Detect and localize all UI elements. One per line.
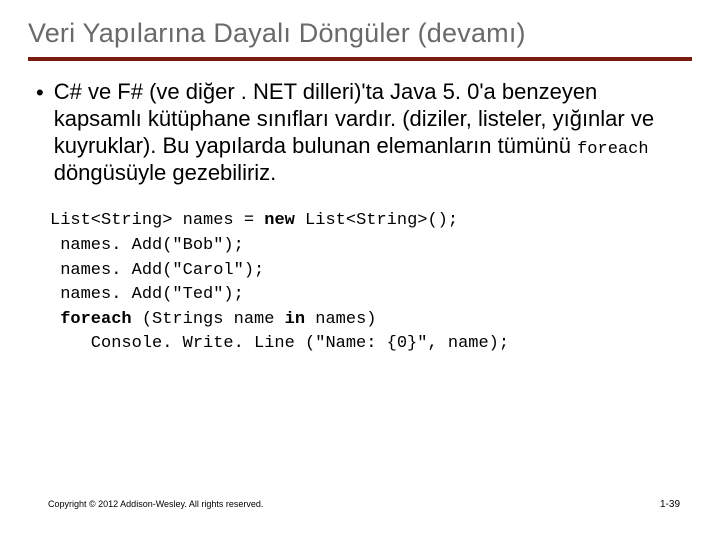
code-line-1a: List<String> names = [50,211,264,230]
code-line-4: names. Add("Ted"); [50,285,244,304]
bullet-post: döngüsüyle gezebiliriz. [54,160,277,185]
code-keyword-foreach: foreach [60,310,131,329]
body-text: • C# ve F# (ve diğer . NET dilleri)'ta J… [28,79,692,187]
slide-title: Veri Yapılarına Dayalı Döngüler (devamı) [28,18,692,49]
bullet-icon: • [36,80,44,107]
slide-footer: Copyright © 2012 Addison-Wesley. All rig… [48,499,680,510]
code-line-5e: names) [305,310,376,329]
bullet-paragraph: C# ve F# (ve diğer . NET dilleri)'ta Jav… [54,79,690,187]
code-line-2: names. Add("Bob"); [50,236,244,255]
code-keyword-new: new [264,211,295,230]
page-number: 1-39 [660,499,680,510]
title-underline [28,57,692,61]
code-keyword-in: in [285,310,305,329]
foreach-keyword: foreach [577,140,648,159]
code-line-1c: List<String>(); [295,211,458,230]
code-block: List<String> names = new List<String>();… [50,209,692,357]
copyright-text: Copyright © 2012 Addison-Wesley. All rig… [48,499,263,510]
code-line-6: Console. Write. Line ("Name: {0}", name)… [50,334,509,353]
bullet-pre: C# ve F# (ve diğer . NET dilleri)'ta Jav… [54,79,654,158]
code-line-5a [50,310,60,329]
code-line-5c: (Strings name [132,310,285,329]
code-line-3: names. Add("Carol"); [50,261,264,280]
